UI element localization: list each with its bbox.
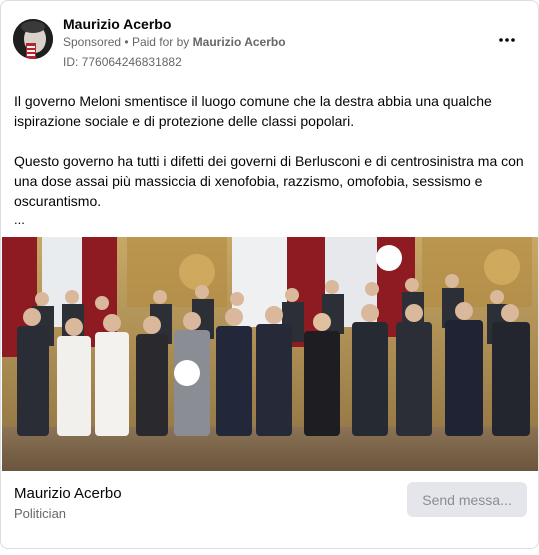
separator-dot: • [124,35,129,49]
ad-header: Maurizio Acerbo Sponsored • Paid for by … [13,13,526,73]
paid-for-prefix: Paid for by [131,35,190,49]
footer-subtitle: Politician [14,506,67,521]
more-options-button[interactable] [494,27,520,53]
ad-id: ID: 776064246831882 [63,55,182,69]
ad-image[interactable] [2,237,538,471]
page-name-link[interactable]: Maurizio Acerbo [63,16,171,32]
ad-body-text: Il governo Meloni smentisce il luogo com… [14,91,529,229]
group-photo-image [2,237,538,471]
body-paragraph: Questo governo ha tutti i difetti dei go… [14,153,524,209]
see-more-ellipsis[interactable]: ... [14,211,529,229]
send-message-button[interactable]: Send messa... [407,482,527,517]
avatar-image [13,19,53,59]
paid-for-name[interactable]: Maurizio Acerbo [193,35,286,49]
sponsored-label: Sponsored [63,35,122,49]
footer-title[interactable]: Maurizio Acerbo [14,485,122,502]
sponsor-line: Sponsored • Paid for by Maurizio Acerbo [63,35,286,49]
ad-card: Maurizio Acerbo Sponsored • Paid for by … [0,0,539,549]
body-paragraph: Il governo Meloni smentisce il luogo com… [14,93,492,129]
avatar[interactable] [13,19,53,59]
more-horizontal-icon [499,38,515,42]
